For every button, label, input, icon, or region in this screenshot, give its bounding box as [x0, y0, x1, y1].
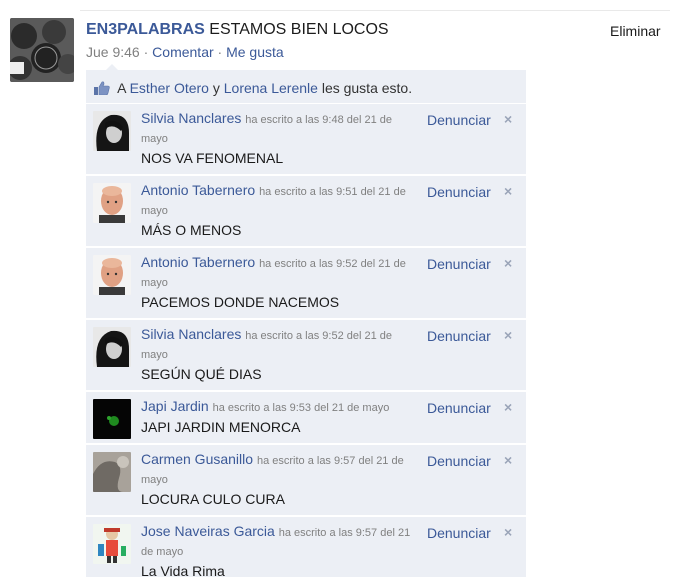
comment-text: NOS VA FENOMENAL — [141, 150, 284, 166]
comment-header: Japi Jardin ha escrito a las 9:53 del 21… — [141, 398, 411, 417]
commenter-avatar[interactable] — [93, 183, 131, 223]
top-divider — [80, 10, 670, 11]
report-link[interactable]: Denunciar — [427, 112, 491, 128]
likes-conj: y — [212, 80, 220, 96]
comment-header: Carmen Gusanillo ha escrito a las 9:57 d… — [141, 451, 411, 489]
close-icon[interactable]: × — [504, 524, 512, 540]
feedback-box: A Esther Otero y Lorena Lerenle les gust… — [86, 64, 526, 577]
close-icon[interactable]: × — [504, 255, 512, 271]
close-icon[interactable]: × — [504, 183, 512, 199]
report-link[interactable]: Denunciar — [427, 525, 491, 541]
commenter-name-link[interactable]: Carmen Gusanillo — [141, 451, 253, 467]
comment-text: LOCURA CULO CURA — [141, 491, 285, 507]
meta-separator: · — [139, 44, 153, 60]
commenter-avatar[interactable] — [93, 255, 131, 295]
comment-header: Jose Naveiras Garcia ha escrito a las 9:… — [141, 523, 411, 561]
story-meta: Jue 9:46 · Comentar · Me gusta — [86, 44, 606, 60]
comment-header: Silvia Nanclares ha escrito a las 9:48 d… — [141, 110, 411, 148]
thumbs-up-icon — [94, 81, 110, 95]
story: EN3PALABRAS ESTAMOS BIEN LOCOS Jue 9:46 … — [86, 19, 606, 60]
comment-text: La Vida Rima — [141, 563, 225, 577]
comment: Silvia Nanclares ha escrito a las 9:52 d… — [86, 320, 526, 392]
close-icon[interactable]: × — [504, 111, 512, 127]
story-author-link[interactable]: EN3PALABRAS — [86, 21, 205, 38]
story-time[interactable]: Jue 9:46 — [86, 44, 140, 60]
likes-prefix: A — [117, 80, 126, 96]
comment: Antonio Tabernero ha escrito a las 9:51 … — [86, 176, 526, 248]
delete-story-button[interactable]: Eliminar — [610, 23, 661, 39]
commenter-avatar[interactable] — [93, 111, 131, 151]
like-user-link[interactable]: Lorena Lerenle — [224, 80, 318, 96]
comment: Jose Naveiras Garcia ha escrito a las 9:… — [86, 517, 526, 577]
comment: Carmen Gusanillo ha escrito a las 9:57 d… — [86, 445, 526, 517]
commenter-avatar[interactable] — [93, 399, 131, 439]
likes-summary: A Esther Otero y Lorena Lerenle les gust… — [86, 64, 526, 104]
comment-text: PACEMOS DONDE NACEMOS — [141, 294, 340, 310]
comment-list: Silvia Nanclares ha escrito a las 9:48 d… — [86, 104, 526, 577]
comment-text: MÁS O MENOS — [141, 222, 242, 238]
close-icon[interactable]: × — [504, 327, 512, 343]
page-avatar[interactable] — [10, 18, 74, 82]
commenter-avatar[interactable] — [93, 452, 131, 492]
commenter-avatar[interactable] — [93, 327, 131, 367]
story-headline: EN3PALABRAS ESTAMOS BIEN LOCOS — [86, 19, 606, 41]
comment: Silvia Nanclares ha escrito a las 9:48 d… — [86, 104, 526, 176]
comment-text: SEGÚN QUÉ DIAS — [141, 366, 262, 382]
report-link[interactable]: Denunciar — [427, 184, 491, 200]
comment-text: JAPI JARDIN MENORCA — [141, 419, 301, 435]
like-user-link[interactable]: Esther Otero — [130, 80, 209, 96]
close-icon[interactable]: × — [504, 399, 512, 415]
likes-suffix: les gusta esto. — [321, 80, 413, 96]
comment-header: Antonio Tabernero ha escrito a las 9:51 … — [141, 182, 411, 220]
comment: Antonio Tabernero ha escrito a las 9:52 … — [86, 248, 526, 320]
commenter-name-link[interactable]: Antonio Tabernero — [141, 254, 255, 270]
report-link[interactable]: Denunciar — [427, 453, 491, 469]
comment-link[interactable]: Comentar — [152, 44, 213, 60]
report-link[interactable]: Denunciar — [427, 400, 491, 416]
close-icon[interactable]: × — [504, 452, 512, 468]
story-text: ESTAMOS BIEN LOCOS — [209, 21, 389, 38]
meta-separator: · — [213, 44, 227, 60]
commenter-name-link[interactable]: Jose Naveiras Garcia — [141, 523, 275, 539]
commenter-avatar[interactable] — [93, 524, 131, 564]
report-link[interactable]: Denunciar — [427, 328, 491, 344]
comment-time: ha escrito a las 9:53 del 21 de mayo — [212, 402, 390, 414]
report-link[interactable]: Denunciar — [427, 256, 491, 272]
comment: Japi Jardin ha escrito a las 9:53 del 21… — [86, 392, 526, 445]
commenter-name-link[interactable]: Silvia Nanclares — [141, 110, 241, 126]
commenter-name-link[interactable]: Japi Jardin — [141, 398, 209, 414]
feedback-notch — [106, 64, 118, 70]
comment-header: Antonio Tabernero ha escrito a las 9:52 … — [141, 254, 411, 292]
like-link[interactable]: Me gusta — [226, 44, 284, 60]
commenter-name-link[interactable]: Silvia Nanclares — [141, 326, 241, 342]
commenter-name-link[interactable]: Antonio Tabernero — [141, 182, 255, 198]
comment-header: Silvia Nanclares ha escrito a las 9:52 d… — [141, 326, 411, 364]
